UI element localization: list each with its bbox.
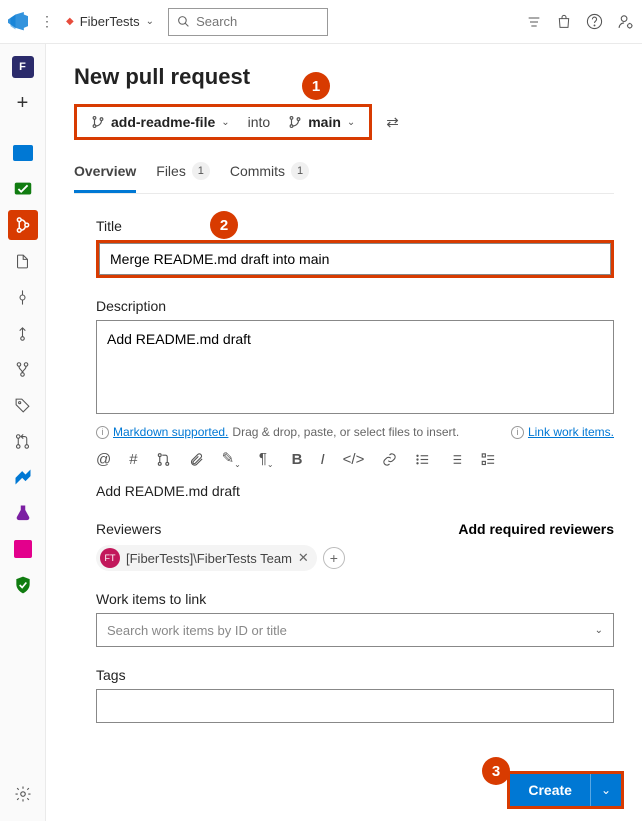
chevron-down-icon: ⌄	[601, 783, 611, 797]
tab-files[interactable]: Files1	[156, 156, 210, 193]
work-items-label: Work items to link	[96, 591, 614, 607]
project-name: FiberTests	[80, 14, 140, 29]
tags-input[interactable]	[96, 689, 614, 723]
branch-icon	[288, 115, 302, 129]
source-branch-name: add-readme-file	[111, 114, 215, 130]
left-nav-rail: F +	[0, 44, 46, 821]
help-icon[interactable]	[586, 13, 603, 30]
rail-repos[interactable]	[8, 210, 38, 240]
pr-icon[interactable]	[156, 452, 171, 467]
tags-label: Tags	[96, 667, 614, 683]
editor-toolbar: @ # ✎⌄ ¶⌄ B I </>	[96, 449, 614, 469]
rail-overview[interactable]	[8, 138, 38, 168]
target-branch-name: main	[308, 114, 341, 130]
azure-devops-logo[interactable]	[8, 12, 28, 32]
bold-icon[interactable]: B	[292, 451, 303, 468]
branch-selector-block: add-readme-file ⌄ into main ⌄	[74, 104, 372, 140]
title-input[interactable]	[99, 243, 611, 275]
drag-hint: Drag & drop, paste, or select files to i…	[232, 425, 459, 439]
swap-branches-icon[interactable]: ⇄	[386, 113, 399, 131]
info-icon: i	[96, 426, 109, 439]
page-title: New pull request	[74, 64, 614, 90]
chevron-down-icon: ⌄	[347, 117, 355, 128]
chevron-down-icon: ⌄	[595, 625, 603, 636]
mention-icon[interactable]: @	[96, 451, 111, 468]
workitem-icon[interactable]: #	[129, 451, 137, 468]
heading-icon[interactable]: ¶⌄	[259, 450, 274, 469]
rail-boards[interactable]	[8, 174, 38, 204]
rail-files[interactable]	[8, 246, 38, 276]
commits-count-badge: 1	[291, 162, 309, 180]
avatar: FT	[100, 548, 120, 568]
chevron-down-icon: ⌄	[221, 117, 229, 128]
rail-testplans[interactable]	[8, 498, 38, 528]
rail-project[interactable]: F	[8, 52, 38, 82]
project-diamond-icon: ◆	[66, 16, 74, 27]
branch-icon	[91, 115, 105, 129]
numbered-list-icon[interactable]	[448, 452, 463, 467]
bullet-list-icon[interactable]	[415, 452, 430, 467]
description-preview: Add README.md draft	[96, 483, 614, 499]
user-settings-icon[interactable]	[617, 13, 634, 30]
callout-1: 1	[302, 72, 330, 100]
create-button[interactable]: Create	[510, 774, 590, 806]
tab-overview[interactable]: Overview	[74, 156, 136, 193]
into-label: into	[244, 114, 275, 130]
link-work-items-link[interactable]: Link work items.	[528, 425, 614, 439]
markdown-supported-link[interactable]: Markdown supported.	[113, 425, 228, 439]
search-icon	[177, 15, 190, 28]
filter-icon[interactable]	[526, 14, 542, 30]
title-label: Title	[96, 218, 614, 234]
checklist-icon[interactable]	[481, 452, 496, 467]
chevron-down-icon: ⌄	[146, 16, 154, 27]
info-icon: i	[511, 426, 524, 439]
search-input[interactable]	[196, 14, 319, 29]
search-box[interactable]	[168, 8, 328, 36]
rail-branches[interactable]	[8, 354, 38, 384]
code-icon[interactable]: </>	[343, 451, 365, 468]
description-label: Description	[96, 298, 614, 314]
files-count-badge: 1	[192, 162, 210, 180]
rail-compliance[interactable]	[8, 570, 38, 600]
rail-commits[interactable]	[8, 282, 38, 312]
work-items-select[interactable]: Search work items by ID or title ⌄	[96, 613, 614, 647]
more-icon[interactable]: ⋮	[36, 13, 58, 30]
rail-pushes[interactable]	[8, 318, 38, 348]
rail-settings[interactable]	[8, 779, 38, 809]
remove-reviewer-icon[interactable]: ✕	[298, 550, 309, 566]
attach-icon[interactable]	[189, 452, 204, 467]
create-dropdown[interactable]: ⌄	[590, 774, 621, 806]
link-icon[interactable]	[382, 452, 397, 467]
target-branch-picker[interactable]: main ⌄	[282, 111, 361, 133]
rail-tags[interactable]	[8, 390, 38, 420]
reviewer-pill: FT [FiberTests]\FiberTests Team ✕	[96, 545, 317, 571]
reviewers-label: Reviewers	[96, 521, 161, 537]
project-picker[interactable]: ◆ FiberTests ⌄	[66, 14, 154, 29]
callout-2: 2	[210, 211, 238, 239]
marketplace-icon[interactable]	[556, 14, 572, 30]
reviewer-name: [FiberTests]\FiberTests Team	[126, 551, 292, 566]
rail-artifacts[interactable]	[8, 534, 38, 564]
rail-pipelines[interactable]	[8, 462, 38, 492]
tab-commits[interactable]: Commits1	[230, 156, 309, 193]
rail-add[interactable]: +	[8, 88, 38, 118]
work-items-placeholder: Search work items by ID or title	[107, 623, 287, 638]
source-branch-picker[interactable]: add-readme-file ⌄	[85, 111, 236, 133]
callout-3: 3	[482, 757, 510, 785]
italic-icon[interactable]: I	[320, 451, 324, 468]
rail-pullrequests[interactable]	[8, 426, 38, 456]
add-required-reviewers-link[interactable]: Add required reviewers	[458, 521, 614, 537]
create-button-group: Create ⌄	[507, 771, 624, 809]
add-reviewer-button[interactable]: +	[323, 547, 345, 569]
highlight-icon[interactable]: ✎⌄	[222, 449, 241, 469]
description-textarea[interactable]	[96, 320, 614, 414]
